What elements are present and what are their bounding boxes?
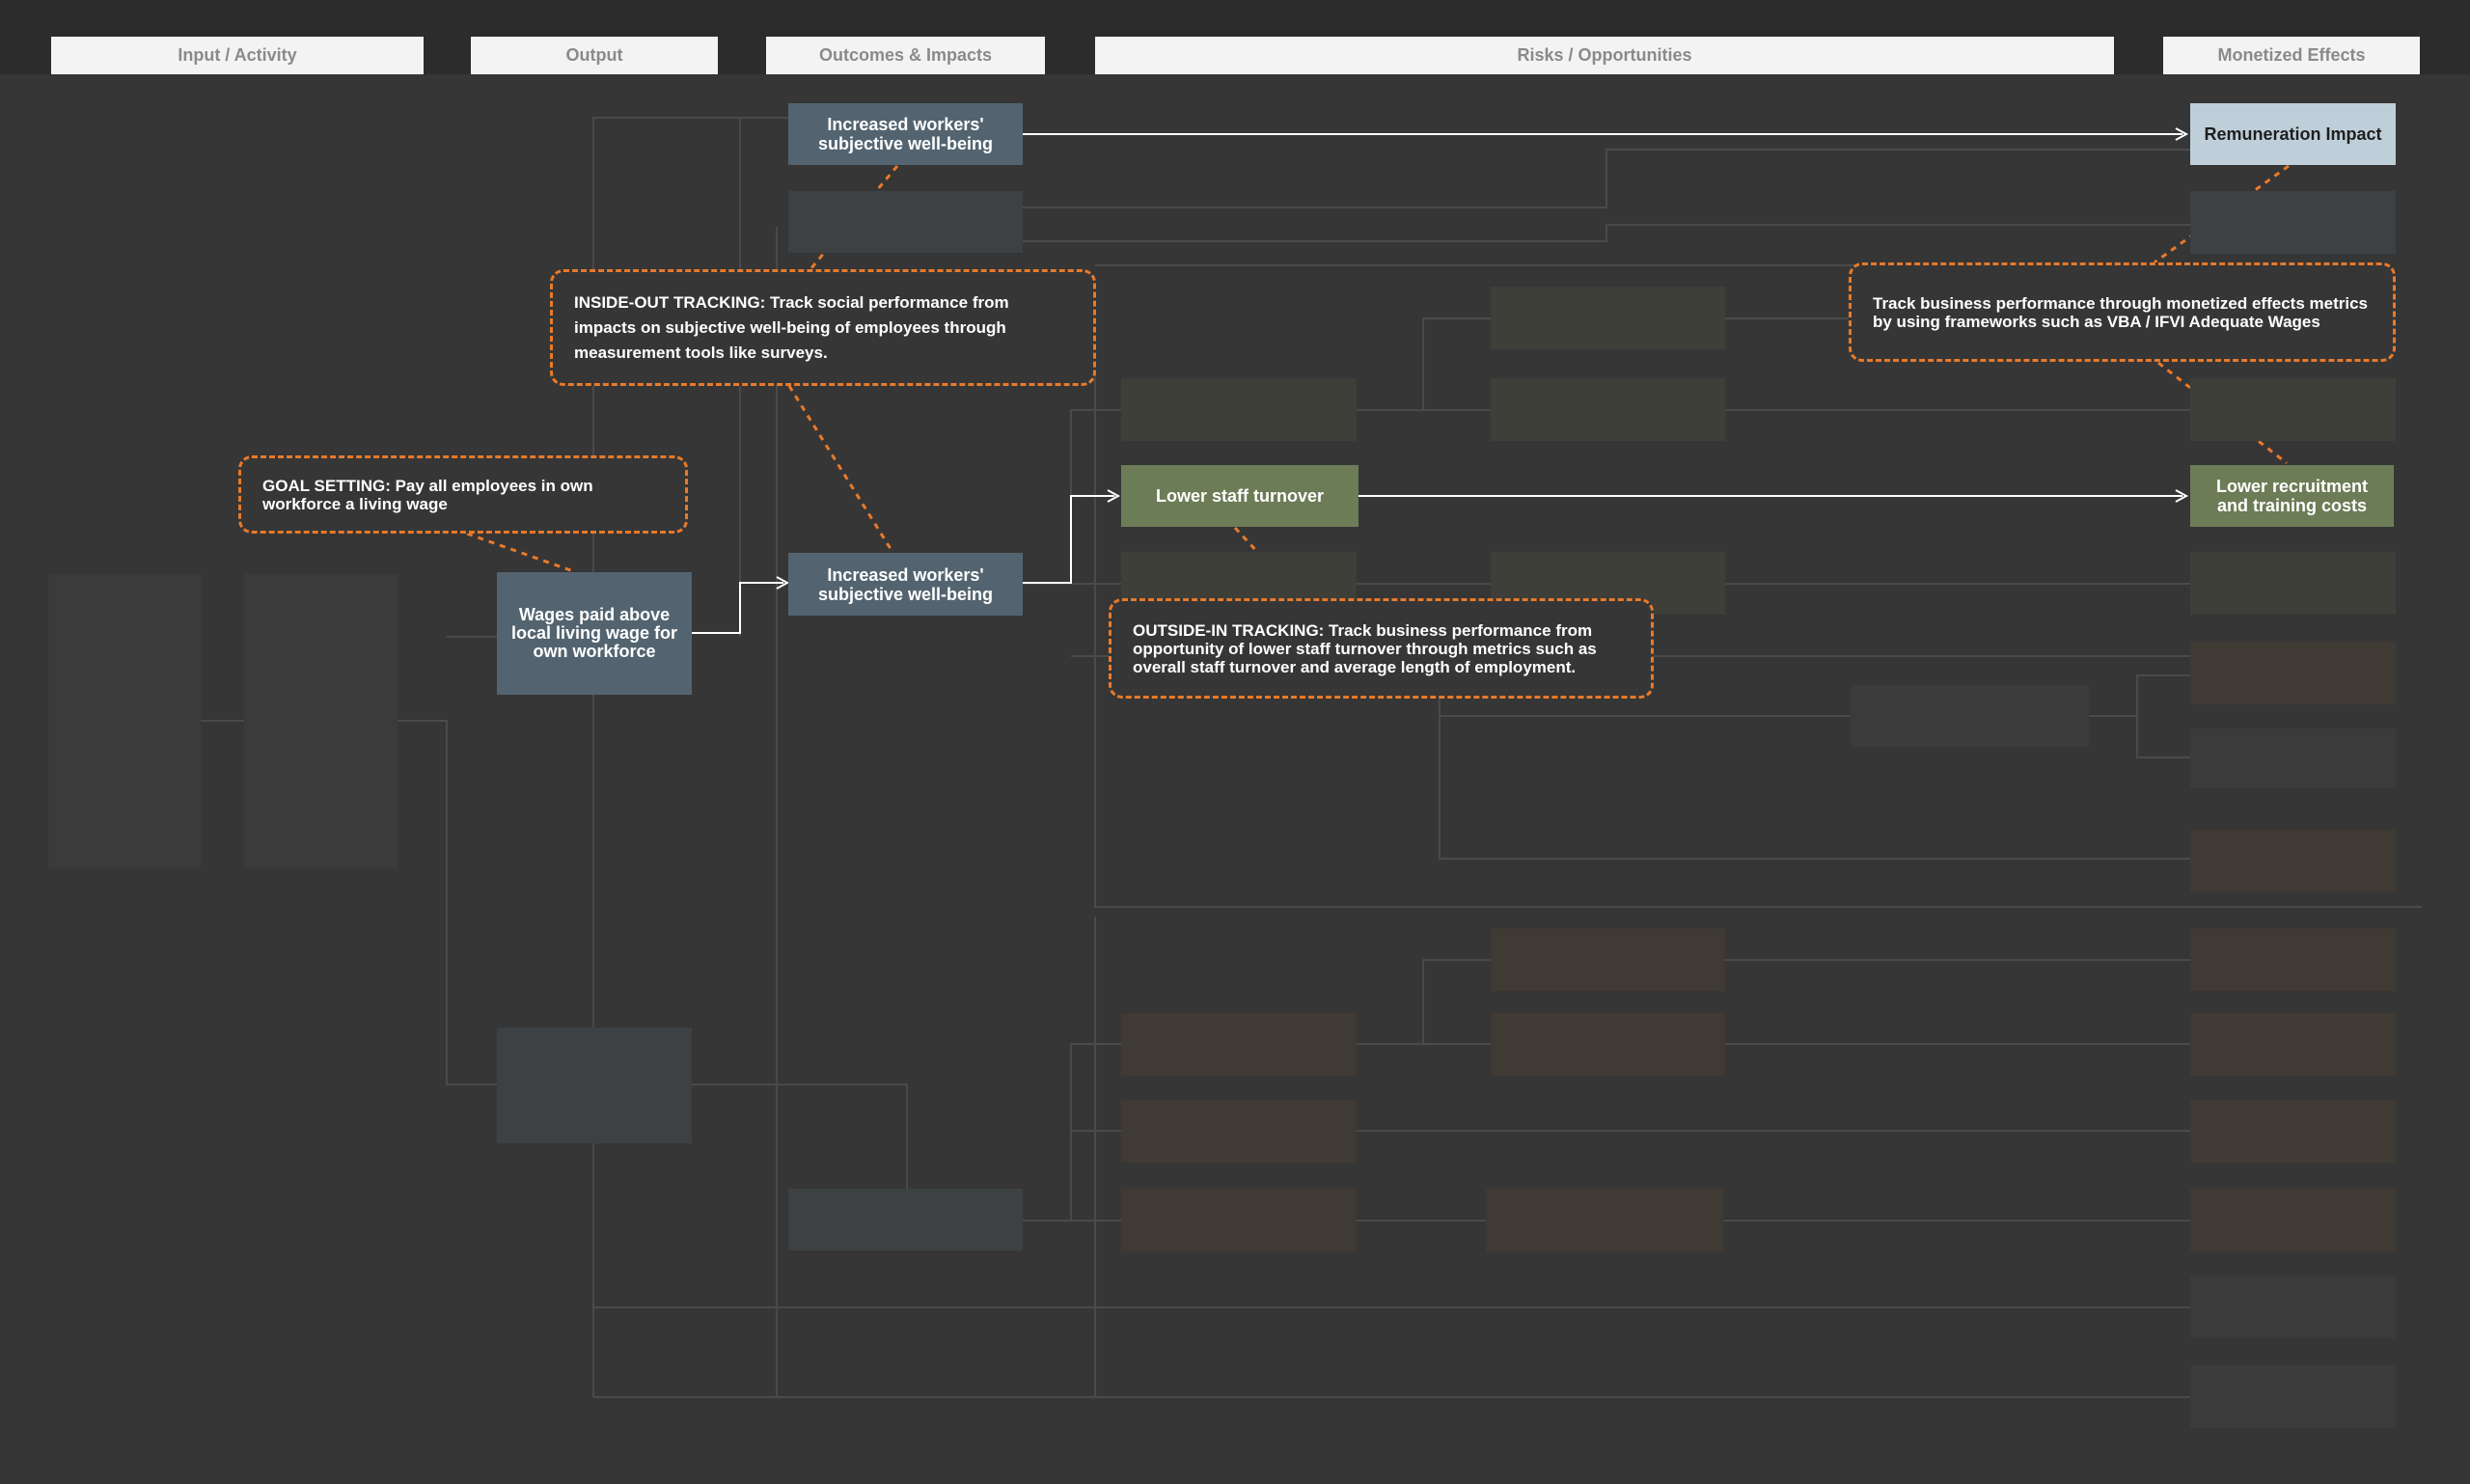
node-outcome-workers-wellbeing-top: Increased workers' subjective well-being — [788, 103, 1023, 165]
faded-node — [2190, 642, 2396, 704]
faded-node — [1491, 928, 1725, 991]
faded-node — [2190, 928, 2396, 991]
node-monetized-lower-recruitment-costs: Lower recruitment and training costs — [2190, 465, 2394, 527]
faded-node — [2190, 728, 2396, 788]
faded-node — [788, 191, 1023, 253]
faded-node — [2190, 378, 2396, 441]
faded-node — [244, 574, 398, 868]
faded-node — [788, 1189, 1023, 1250]
faded-node — [2190, 1100, 2396, 1163]
node-outcome-workers-wellbeing-mid: Increased workers' subjective well-being — [788, 553, 1023, 616]
faded-node — [1491, 287, 1725, 349]
faded-node — [2190, 191, 2396, 254]
node-monetized-remuneration-impact: Remuneration Impact — [2190, 103, 2396, 165]
note-outside-in-tracking: OUTSIDE-IN TRACKING: Track business perf… — [1109, 598, 1654, 699]
note-inside-out-tracking: INSIDE-OUT TRACKING: Track social perfor… — [550, 269, 1096, 386]
faded-node — [2190, 1189, 2396, 1251]
faded-node — [497, 1028, 692, 1143]
faded-node — [2190, 552, 2396, 615]
faded-node — [1121, 1013, 1357, 1076]
faded-node — [2190, 830, 2396, 893]
faded-node — [48, 574, 201, 868]
faded-node — [2190, 1013, 2396, 1076]
note-monetized-tracking: Track business performance through monet… — [1849, 262, 2396, 362]
faded-node — [1851, 685, 2089, 747]
faded-node — [2190, 1365, 2396, 1428]
faded-node — [1491, 1013, 1725, 1076]
node-output-wages-paid: Wages paid above local living wage for o… — [497, 572, 692, 695]
faded-node — [2190, 1276, 2396, 1338]
node-risk-lower-staff-turnover: Lower staff turnover — [1121, 465, 1358, 527]
note-goal-setting: GOAL SETTING: Pay all employees in own w… — [238, 455, 688, 534]
faded-node — [1121, 378, 1357, 441]
faded-node — [1486, 1189, 1723, 1251]
faded-node — [1121, 1189, 1357, 1251]
faded-node — [1491, 378, 1725, 441]
faded-node — [1121, 1100, 1357, 1163]
